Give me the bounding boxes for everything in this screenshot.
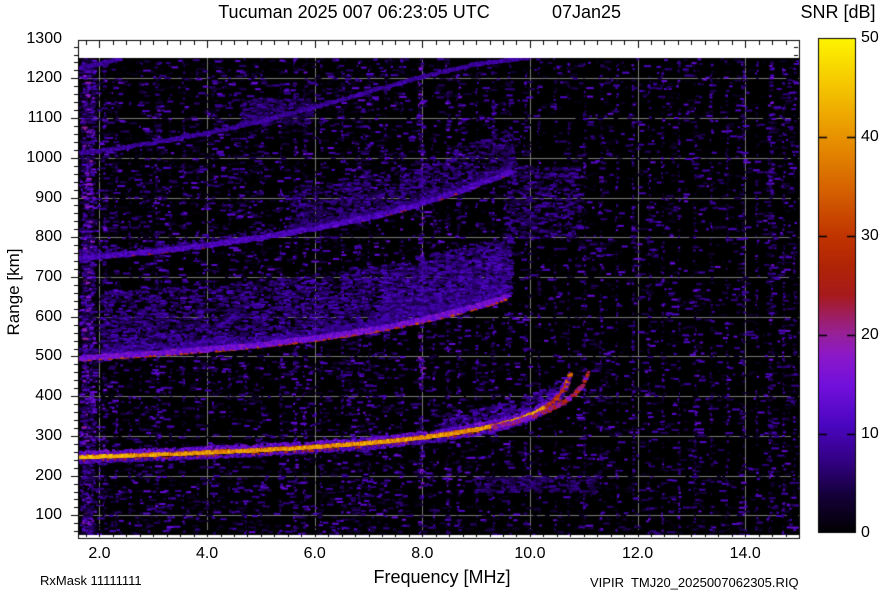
- x-tick-label: 12.0: [621, 545, 654, 562]
- filename-label: VIPIR TMJ20_2025007062305.RIQ: [590, 575, 799, 590]
- x-tick-label: 6.0: [303, 545, 326, 562]
- y-tick-label: 600: [35, 307, 62, 325]
- plot-date: 07Jan25: [552, 2, 622, 22]
- y-tick-label: 700: [35, 267, 62, 285]
- y-tick-label: 500: [35, 347, 62, 365]
- y-tick-label: 800: [35, 228, 62, 246]
- y-tick-label: 1000: [26, 148, 62, 166]
- y-tick-label: 300: [35, 426, 62, 444]
- ionogram-page: Tucuman 2025 007 06:23:05 UTC 07Jan25 SN…: [0, 0, 884, 595]
- colorbar-tick-label: 30: [861, 227, 879, 244]
- colorbar-tick-label: 40: [861, 128, 879, 145]
- y-tick-label: 400: [35, 387, 62, 405]
- y-tick-label: 200: [35, 466, 62, 484]
- y-axis-label: Range [km]: [4, 248, 23, 336]
- colorbar-tick-label: 10: [861, 425, 879, 442]
- rxmask-label: RxMask 11111111: [40, 573, 142, 588]
- x-axis-label: Frequency [MHz]: [373, 567, 511, 587]
- colorbar-title: SNR [dB]: [800, 2, 876, 22]
- y-tick-label: 1200: [26, 69, 62, 87]
- x-tick-label: 4.0: [195, 545, 219, 562]
- x-tick-label: 14.0: [729, 545, 761, 562]
- x-tick-label: 2.0: [88, 545, 111, 562]
- y-tick-label: 1300: [26, 29, 62, 47]
- y-tick-label: 100: [35, 506, 62, 524]
- y-tick-label: 1100: [27, 109, 62, 127]
- colorbar-tick-label: 0: [861, 524, 870, 541]
- y-tick-label: 900: [35, 188, 62, 206]
- x-tick-label: 8.0: [411, 545, 434, 562]
- colorbar-tick-label: 20: [861, 326, 879, 343]
- ionogram-canvas: [0, 0, 884, 595]
- x-tick-label: 10.0: [514, 545, 546, 562]
- colorbar-tick-label: 50: [861, 29, 879, 46]
- plot-title: Tucuman 2025 007 06:23:05 UTC: [218, 2, 490, 22]
